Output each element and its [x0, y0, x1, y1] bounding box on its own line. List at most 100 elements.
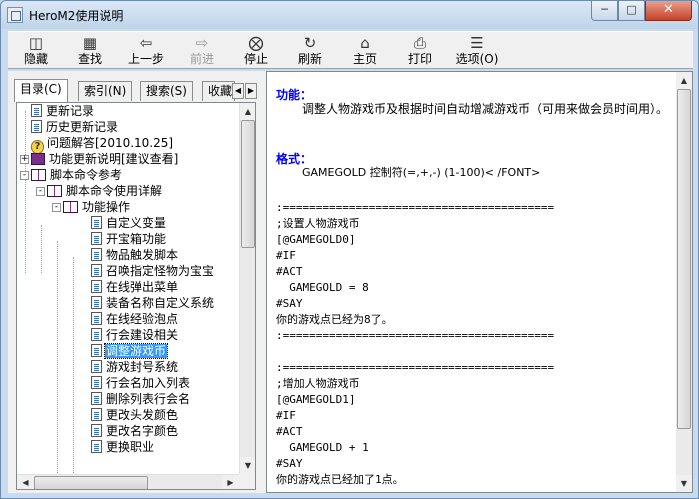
- find-icon: ▦: [82, 34, 98, 52]
- print-icon: ⎙: [413, 34, 426, 52]
- contents-tree: 更新记录 历史更新记录 ? 问题解答[2010.10.25] + 功能更新说明[建…: [16, 102, 256, 490]
- code-if: #IF: [276, 409, 296, 422]
- tree-item-label: 历史更新记录: [46, 120, 119, 134]
- tree-item[interactable]: 更改名字颜色: [91, 423, 179, 439]
- tree-item[interactable]: 删除列表行会名: [91, 391, 191, 407]
- tree-item[interactable]: 游戏封号系统: [91, 359, 179, 375]
- open-book-icon: [47, 185, 62, 197]
- tree-item[interactable]: 行会名加入列表: [91, 375, 191, 391]
- tree-item-label: 删除列表行会名: [106, 392, 191, 406]
- collapse-icon[interactable]: -: [20, 171, 29, 180]
- tree-item-label: 开宝箱功能: [106, 232, 167, 246]
- tab-favorites[interactable]: 收藏: [202, 81, 235, 101]
- tree-item[interactable]: 装备名称自定义系统: [91, 295, 215, 311]
- tree-item[interactable]: 功能操作: [63, 199, 131, 215]
- tree-item-label: 脚本命令参考: [50, 168, 123, 182]
- forward-button[interactable]: ⇨ 前进: [176, 34, 228, 68]
- code-if: #IF: [276, 249, 296, 262]
- tree-item[interactable]: 物品触发脚本: [91, 247, 179, 263]
- refresh-button[interactable]: ↻ 刷新: [284, 34, 336, 68]
- content-vertical-scrollbar[interactable]: ▲ ▼: [676, 72, 692, 492]
- tree-item[interactable]: ? 问题解答[2010.10.25]: [31, 135, 174, 154]
- stop-button[interactable]: ⨂ 停止: [230, 34, 282, 68]
- tree-item[interactable]: 功能更新说明[建议查看]: [31, 151, 179, 167]
- home-button-label: 主页: [352, 52, 377, 66]
- minimize-button[interactable]: ─: [591, 1, 618, 21]
- scrollbar-corner: [239, 474, 255, 489]
- document-icon: [91, 408, 102, 421]
- expand-icon[interactable]: +: [20, 155, 29, 164]
- open-book-icon: [63, 201, 78, 213]
- maximize-button[interactable]: □: [618, 1, 645, 21]
- tree-item[interactable]: 更新记录: [31, 103, 95, 119]
- collapse-icon[interactable]: -: [52, 203, 61, 212]
- find-button[interactable]: ▦ 查找: [64, 34, 116, 68]
- scroll-down-icon[interactable]: ▼: [676, 475, 692, 492]
- scroll-thumb[interactable]: [677, 89, 691, 429]
- tree-horizontal-scrollbar[interactable]: ◀ ▶: [17, 474, 239, 489]
- options-button[interactable]: ☰ 选项(O): [448, 34, 506, 68]
- help-window: HeroM2使用说明 ─ □ ✕ ◫ 隐藏 ▦ 查找 ⇦ 上一步 ⇨ 前进 ⨂ …: [0, 0, 699, 499]
- print-button[interactable]: ⎙ 打印: [394, 34, 446, 68]
- tree-item[interactable]: 更换职业: [91, 439, 155, 455]
- hide-button[interactable]: ◫ 隐藏: [10, 34, 62, 68]
- tab-scroll-right-icon[interactable]: ▶: [245, 83, 257, 99]
- tree-item-label: 更新记录: [46, 104, 95, 118]
- document-icon: [91, 440, 102, 453]
- tree-connector: [57, 241, 58, 489]
- document-icon: [91, 312, 102, 325]
- tree-item[interactable]: 历史更新记录: [31, 119, 119, 135]
- collapse-icon[interactable]: -: [36, 187, 45, 196]
- tree-item-selected[interactable]: 调整游戏币: [91, 343, 169, 359]
- tree-vertical-scrollbar[interactable]: ▲ ▼: [239, 103, 255, 474]
- tab-index[interactable]: 索引(N): [78, 81, 133, 101]
- tree-connector: [73, 257, 74, 489]
- tree-item-label: 装备名称自定义系统: [106, 296, 215, 310]
- tree-item[interactable]: 脚本命令参考: [31, 167, 123, 183]
- close-button[interactable]: ✕: [645, 1, 692, 21]
- hide-icon: ◫: [28, 34, 44, 52]
- tree-item[interactable]: 自定义变量: [91, 215, 167, 231]
- back-button[interactable]: ⇦ 上一步: [120, 34, 172, 68]
- print-button-label: 打印: [407, 52, 432, 66]
- scroll-right-icon[interactable]: ▶: [222, 475, 239, 489]
- nav-tabs: 目录(C) 索引(N) 搜索(S) 收藏 ◀ ▶: [14, 79, 259, 102]
- forward-arrow-icon: ⇨: [195, 34, 209, 52]
- scroll-up-icon[interactable]: ▲: [240, 103, 255, 120]
- scroll-left-icon[interactable]: ◀: [17, 475, 34, 489]
- code-command: GAMEGOLD + 1: [276, 441, 369, 454]
- scroll-thumb[interactable]: [241, 120, 255, 248]
- code-label: [@GAMEGOLD0]: [276, 233, 356, 246]
- home-button[interactable]: ⌂ 主页: [339, 34, 391, 68]
- document-icon: [91, 344, 102, 357]
- tab-search[interactable]: 搜索(S): [140, 81, 193, 101]
- tree-item[interactable]: 行会建设相关: [91, 327, 179, 343]
- options-icon: ☰: [470, 34, 484, 52]
- code-label: [@GAMEGOLD1]: [276, 393, 356, 406]
- title-bar: HeroM2使用说明 ─ □ ✕: [1, 1, 698, 29]
- tree-item[interactable]: 更改头发颜色: [91, 407, 179, 423]
- tab-contents[interactable]: 目录(C): [14, 79, 68, 102]
- tree-item[interactable]: 在线弹出菜单: [91, 279, 179, 295]
- scroll-up-icon[interactable]: ▲: [676, 72, 692, 89]
- code-message: 你的游戏点已经加了1点。: [276, 473, 404, 486]
- document-icon: [91, 296, 102, 309]
- tree-item-label: 功能更新说明[建议查看]: [49, 152, 179, 166]
- tree-item-label: 物品触发脚本: [106, 248, 179, 262]
- document-icon: [91, 248, 102, 261]
- tab-scroll-left-icon[interactable]: ◀: [232, 83, 244, 99]
- document-icon: [91, 216, 102, 229]
- code-message: 你的游戏点已经为8了。: [276, 313, 393, 326]
- tree-item[interactable]: 脚本命令使用详解: [47, 183, 163, 199]
- tree-item[interactable]: 开宝箱功能: [91, 231, 167, 247]
- function-description: 调整人物游戏币及根据时间自动增减游戏币（可用来做会员时间用）。: [302, 102, 669, 116]
- refresh-button-label: 刷新: [297, 52, 322, 66]
- scroll-down-icon[interactable]: ▼: [240, 457, 255, 474]
- code-act: #ACT: [276, 425, 303, 438]
- options-button-label: 选项(O): [455, 52, 499, 66]
- code-separator: :=======================================…: [276, 329, 555, 342]
- tree-item-label: 更换职业: [106, 440, 155, 454]
- tree-item[interactable]: 在线经验泡点: [91, 311, 179, 327]
- tree-item[interactable]: 召唤指定怪物为宝宝: [91, 263, 215, 279]
- scroll-thumb[interactable]: [34, 476, 148, 489]
